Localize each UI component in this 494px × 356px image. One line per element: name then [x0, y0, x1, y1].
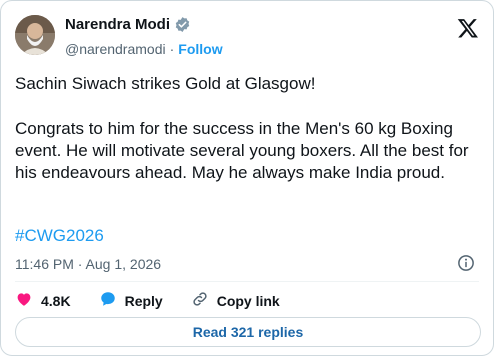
tweet-timestamp[interactable]: 11:46 PM · Aug 1, 2026 — [15, 256, 161, 272]
verified-badge-icon — [174, 16, 191, 33]
author-handle-row: @narendramodi · Follow — [65, 41, 223, 57]
reply-label: Reply — [124, 292, 163, 309]
tweet-card: Narendra Modi @narendramodi · Follow Sac… — [0, 0, 494, 356]
follow-button[interactable]: Follow — [178, 41, 222, 57]
action-bar: 4.8K Reply Copy link — [15, 290, 308, 311]
info-icon[interactable] — [457, 254, 475, 272]
tweet-text-paragraph2: Congrats to him for the success in the M… — [15, 119, 469, 182]
divider — [15, 281, 479, 282]
like-count: 4.8K — [41, 292, 71, 309]
avatar[interactable] — [15, 15, 55, 55]
tweet-text-line1: Sachin Siwach strikes Gold at Glasgow! — [15, 74, 316, 93]
read-replies-label: Read 321 replies — [192, 324, 304, 340]
separator-dot: · — [169, 41, 175, 57]
author-name-row: Narendra Modi — [65, 15, 191, 33]
link-icon — [191, 290, 209, 311]
copy-link-button[interactable]: Copy link — [191, 290, 280, 311]
heart-icon — [15, 290, 33, 311]
author-handle[interactable]: @narendramodi — [65, 41, 166, 57]
author-name[interactable]: Narendra Modi — [65, 16, 170, 33]
reply-button[interactable]: Reply — [99, 290, 163, 311]
read-replies-button[interactable]: Read 321 replies — [15, 317, 481, 347]
x-logo-icon[interactable] — [457, 17, 479, 39]
reply-bubble-icon — [99, 290, 117, 311]
copy-link-label: Copy link — [216, 292, 280, 309]
hashtag-link[interactable]: #CWG2026 — [15, 226, 104, 246]
like-button[interactable]: 4.8K — [15, 290, 71, 311]
